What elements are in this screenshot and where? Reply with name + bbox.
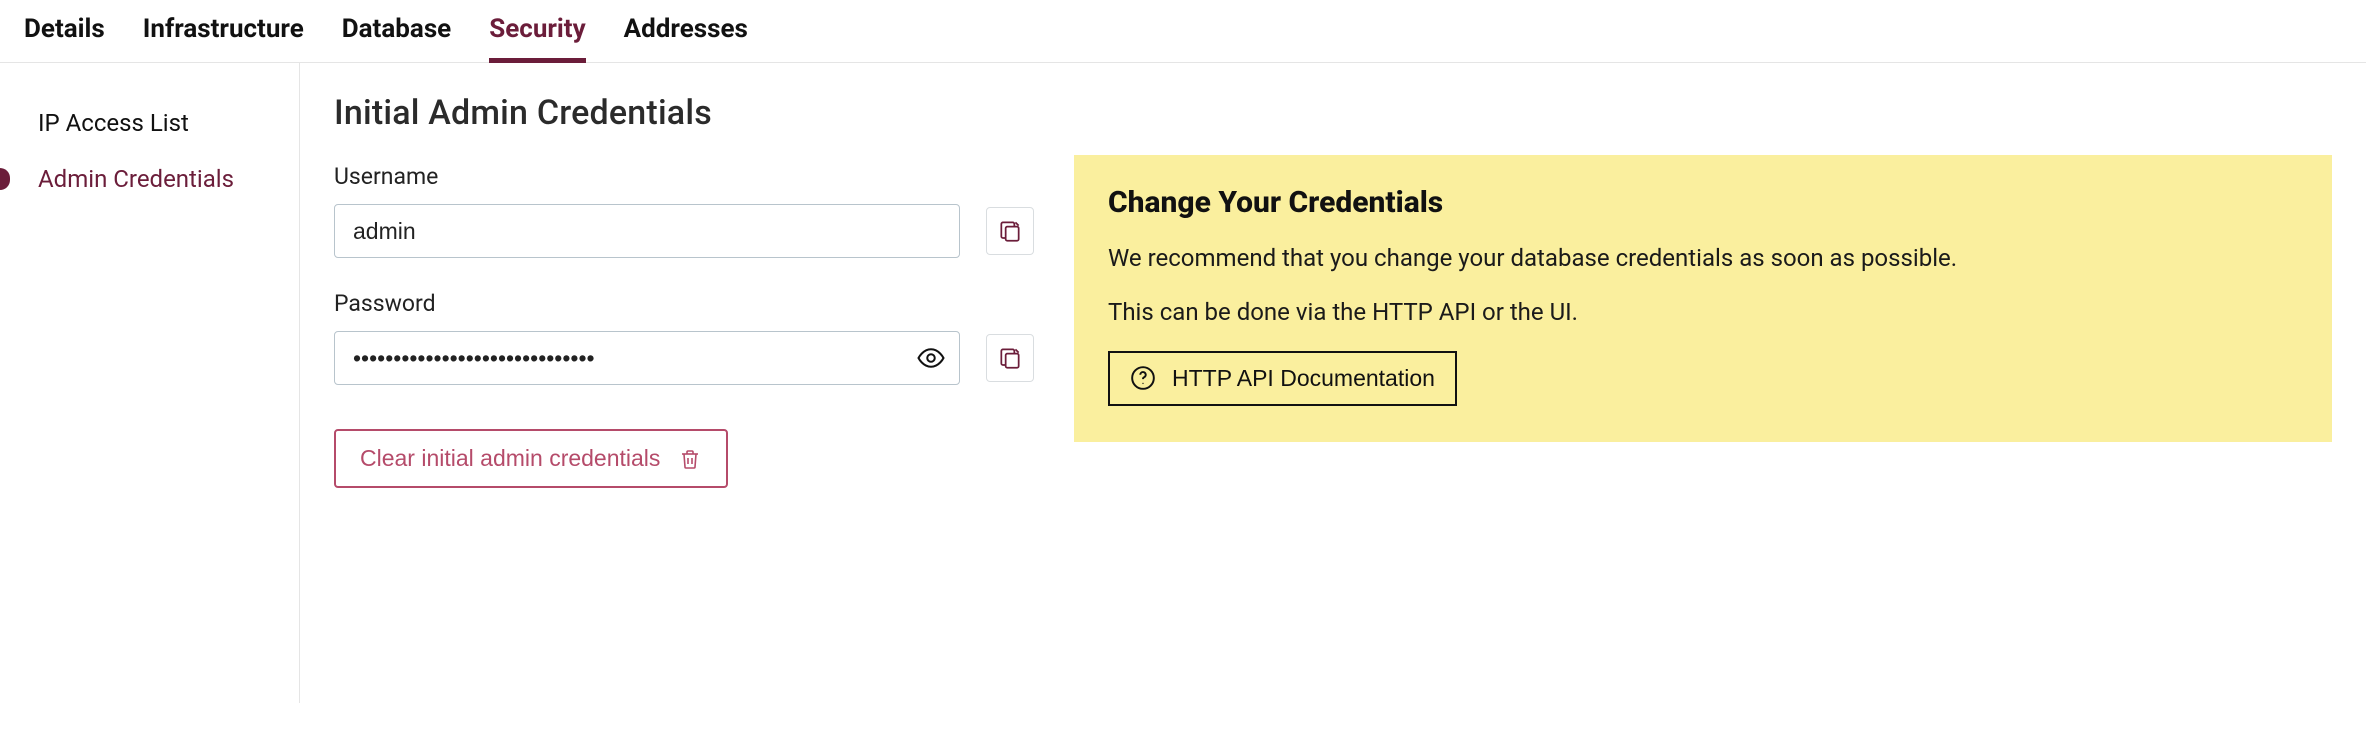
clear-credentials-label: Clear initial admin credentials: [360, 445, 660, 472]
tab-details[interactable]: Details: [24, 14, 105, 62]
notice-body-1: We recommend that you change your databa…: [1108, 242, 2298, 274]
page-title: Initial Admin Credentials: [334, 93, 1034, 133]
username-label: Username: [334, 163, 1034, 190]
copy-username-button[interactable]: [986, 207, 1034, 255]
notice-title: Change Your Credentials: [1108, 185, 2298, 220]
copy-password-button[interactable]: [986, 334, 1034, 382]
password-input[interactable]: [334, 331, 960, 385]
tab-security[interactable]: Security: [489, 14, 585, 62]
eye-icon: [916, 343, 946, 373]
sidebar-item-admin-credentials[interactable]: Admin Credentials: [0, 151, 299, 207]
top-tabs: Details Infrastructure Database Security…: [0, 0, 2366, 63]
credentials-form: Initial Admin Credentials Username: [334, 93, 1034, 673]
http-api-docs-button[interactable]: HTTP API Documentation: [1108, 351, 1457, 406]
change-credentials-notice: Change Your Credentials We recommend tha…: [1074, 155, 2332, 442]
username-input[interactable]: [334, 204, 960, 258]
doc-button-label: HTTP API Documentation: [1172, 365, 1435, 392]
notice-body-2: This can be done via the HTTP API or the…: [1108, 296, 2298, 328]
help-icon: [1130, 365, 1156, 391]
password-label: Password: [334, 290, 1034, 317]
clear-credentials-button[interactable]: Clear initial admin credentials: [334, 429, 728, 488]
security-sidebar: IP Access List Admin Credentials: [0, 63, 300, 703]
copy-icon: [997, 345, 1023, 371]
toggle-password-visibility[interactable]: [916, 343, 946, 373]
main-content: Initial Admin Credentials Username: [300, 63, 2366, 703]
tab-database[interactable]: Database: [342, 14, 451, 62]
sidebar-item-ip-access-list[interactable]: IP Access List: [0, 95, 299, 151]
trash-icon: [678, 447, 702, 471]
copy-icon: [997, 218, 1023, 244]
tab-addresses[interactable]: Addresses: [624, 14, 748, 62]
tab-infrastructure[interactable]: Infrastructure: [143, 14, 304, 62]
